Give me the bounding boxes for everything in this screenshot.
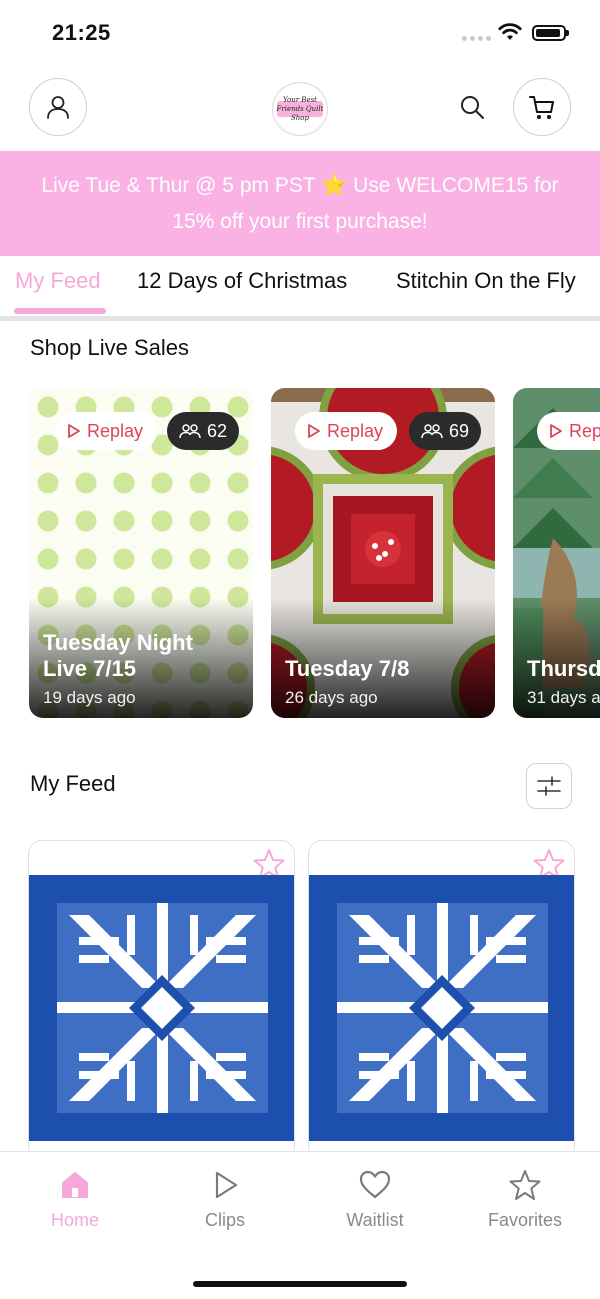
live-sale-card[interactable]: Replay 69 Tuesday 7/8 26 days ago <box>271 388 495 718</box>
live-sale-date: 26 days ago <box>285 688 378 707</box>
nav-clips-label: Clips <box>204 1210 245 1230</box>
feed-product-card[interactable] <box>28 840 295 1160</box>
replay-badge[interactable]: Replay <box>295 412 398 450</box>
nav-home-label: Home <box>50 1210 99 1230</box>
play-icon <box>215 1171 238 1199</box>
promo-banner-line2: 15% off your first purchase! <box>172 210 428 233</box>
nav-waitlist[interactable]: Waitlist <box>315 1168 435 1231</box>
status-bar: 21:25 <box>0 0 600 66</box>
nav-home[interactable]: Home <box>15 1168 135 1231</box>
play-icon <box>68 424 80 438</box>
star-icon <box>509 1170 541 1200</box>
status-time: 21:25 <box>52 20 111 45</box>
live-sale-title: Tuesday 7/8 <box>285 656 410 681</box>
viewers-badge: 69 <box>409 412 482 450</box>
wifi-icon <box>498 23 522 40</box>
promo-banner-line1: Live Tue & Thur @ 5 pm PST ⭐ Use WELCOME… <box>0 168 600 204</box>
search-button[interactable] <box>455 90 489 124</box>
play-icon <box>308 424 320 438</box>
shop-logo[interactable]: Your Best Friends Quilt Shop <box>272 82 328 136</box>
live-sale-date: 19 days ago <box>43 688 136 707</box>
viewers-badge: 62 <box>167 412 240 450</box>
tab-my-feed[interactable]: My Feed <box>15 268 101 294</box>
bottom-navigation: Home Clips Waitlist Favorites <box>0 1151 600 1299</box>
nav-favorites[interactable]: Favorites <box>465 1168 585 1231</box>
home-indicator <box>193 1281 407 1287</box>
nav-waitlist-label: Waitlist <box>346 1210 404 1230</box>
cart-icon <box>529 96 554 119</box>
star-emoji-icon: ⭐ <box>321 174 348 197</box>
replay-badge[interactable]: Replay <box>537 412 600 450</box>
live-sale-card[interactable]: Replay 62 Tuesday Night Live 7/15 19 day… <box>29 388 253 718</box>
battery-icon <box>532 25 569 41</box>
live-sales-carousel[interactable]: Replay 62 Tuesday Night Live 7/15 19 day… <box>0 388 600 718</box>
live-sale-title: Thursday <box>527 656 600 681</box>
filter-button[interactable] <box>526 763 572 809</box>
my-feed-title: My Feed <box>30 771 116 796</box>
play-icon <box>550 424 562 438</box>
search-icon <box>461 96 484 119</box>
heart-icon <box>359 1170 391 1199</box>
tab-stitchin-on-the-fly[interactable]: Stitchin On the Fly <box>396 268 576 294</box>
app-header: Your Best Friends Quilt Shop <box>0 78 600 140</box>
shop-logo-text: Your Best Friends Quilt Shop <box>276 95 324 122</box>
snowflake-quilt-image <box>309 875 574 1141</box>
live-sale-date: 31 days ago <box>527 688 600 707</box>
tabs-divider <box>0 316 600 321</box>
home-icon <box>62 1172 88 1198</box>
feed-product-card[interactable] <box>308 840 575 1160</box>
snowflake-quilt-image <box>29 875 294 1141</box>
user-icon <box>47 96 69 119</box>
live-sale-card[interactable]: Replay Thursday 31 days ago <box>513 388 600 718</box>
nav-favorites-label: Favorites <box>487 1210 563 1230</box>
active-tab-indicator <box>14 308 106 314</box>
replay-badge[interactable]: Replay <box>55 412 158 450</box>
tab-12-days-of-christmas[interactable]: 12 Days of Christmas <box>137 268 347 294</box>
shop-live-sales-title: Shop Live Sales <box>30 335 189 360</box>
filter-sliders-icon <box>537 776 561 796</box>
cellular-signal-icon <box>462 36 491 41</box>
account-button[interactable] <box>29 78 87 136</box>
viewers-icon <box>179 424 201 439</box>
live-sale-title: Tuesday Night Live 7/15 <box>43 630 193 681</box>
cart-button[interactable] <box>513 78 571 136</box>
feed-tabs: My Feed 12 Days of Christmas Stitchin On… <box>0 256 600 320</box>
nav-clips[interactable]: Clips <box>165 1168 285 1231</box>
promo-banner[interactable]: Live Tue & Thur @ 5 pm PST ⭐ Use WELCOME… <box>0 151 600 256</box>
viewers-icon <box>421 424 443 439</box>
